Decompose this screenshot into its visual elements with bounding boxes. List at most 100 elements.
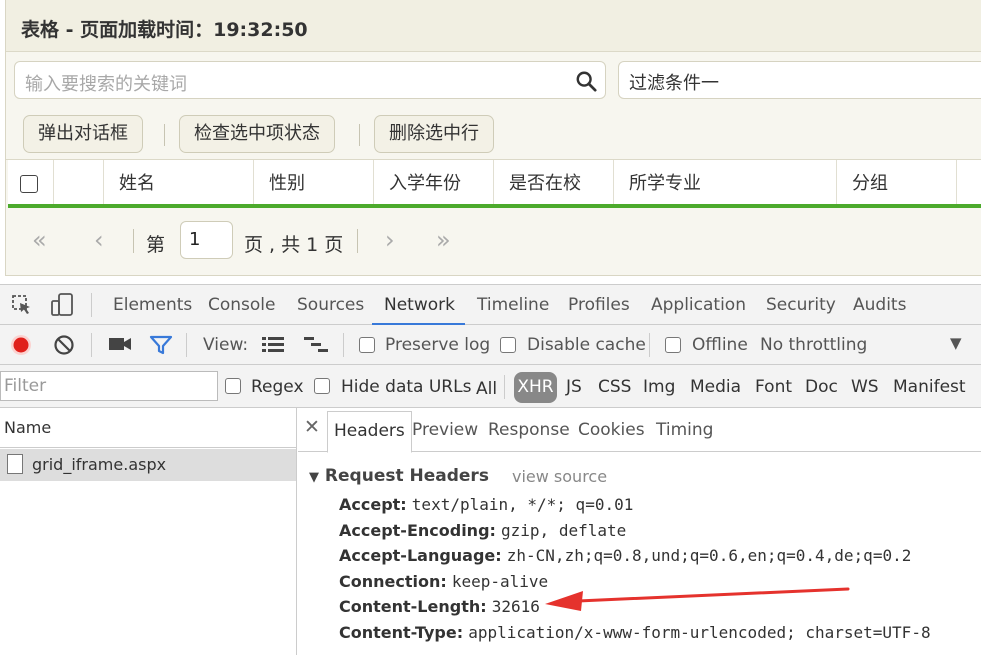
preserve-log-label: Preserve log: [385, 335, 491, 355]
search-placeholder: 输入要搜索的关键词: [25, 74, 187, 95]
tab-audits[interactable]: Audits: [853, 295, 906, 315]
tab-application[interactable]: Application: [651, 295, 746, 315]
next-page-icon[interactable]: ›: [385, 228, 395, 252]
filter-funnel-icon[interactable]: [149, 335, 173, 355]
filter-bar: Filter Regex Hide data URLs All XHR JS C…: [0, 365, 981, 408]
section-title: Request Headers: [324, 466, 489, 486]
column-header[interactable]: 入学年份: [374, 160, 494, 204]
tab-network[interactable]: Network: [384, 295, 455, 315]
header-value: gzip, deflate: [501, 521, 627, 540]
clear-icon[interactable]: [53, 334, 75, 356]
throttling-select[interactable]: No throttling: [760, 335, 867, 355]
record-icon[interactable]: [10, 334, 32, 356]
prev-page-icon[interactable]: ‹: [94, 228, 104, 252]
header-key: Content-Length:: [339, 597, 487, 616]
hide-data-urls-label: Hide data URLs: [341, 377, 472, 397]
controls-divider: [186, 333, 187, 357]
tab-sources[interactable]: Sources: [297, 295, 364, 315]
filter-select[interactable]: 过滤条件一: [618, 61, 981, 99]
header-row: Accept-Language: zh-CN,zh;q=0.8,und;q=0.…: [339, 546, 911, 565]
check-selection-button[interactable]: 检查选中项状态: [179, 115, 335, 153]
request-name: grid_iframe.aspx: [32, 455, 167, 474]
waterfall-view-icon[interactable]: [303, 336, 329, 354]
filter-select-value: 过滤条件一: [629, 73, 719, 94]
view-source-link[interactable]: view source: [512, 467, 607, 486]
type-filter-xhr[interactable]: XHR: [514, 372, 557, 403]
hide-data-urls-checkbox[interactable]: [314, 378, 330, 394]
grid-header: 姓名 性别 入学年份 是否在校 所学专业 分组: [8, 160, 981, 208]
type-filter-css[interactable]: CSS: [598, 377, 631, 397]
tab-preview[interactable]: Preview: [412, 420, 478, 440]
type-filter-ws[interactable]: WS: [851, 377, 879, 397]
header-key: Accept:: [339, 495, 407, 514]
tab-headers[interactable]: Headers: [327, 411, 412, 453]
type-filter-js[interactable]: JS: [566, 377, 582, 397]
tab-response[interactable]: Response: [488, 420, 570, 440]
detail-tabbar: ✕ Headers Preview Response Cookies Timin…: [298, 408, 981, 453]
type-filter-doc[interactable]: Doc: [805, 377, 838, 397]
devtools-tabbar: Elements Console Sources Network Timelin…: [0, 284, 981, 325]
header-key: Connection:: [339, 572, 447, 591]
close-icon[interactable]: ✕: [304, 416, 320, 438]
header-key: Accept-Language:: [339, 546, 502, 565]
header-value: 32616: [491, 597, 540, 616]
toolbar-divider: [164, 124, 165, 146]
type-filter-img[interactable]: Img: [643, 377, 675, 397]
screenshot-camera-icon[interactable]: [108, 336, 132, 352]
tab-timeline[interactable]: Timeline: [477, 295, 549, 315]
type-filter-media[interactable]: Media: [690, 377, 741, 397]
pager: « ‹ 第 1 页 , 共 1 页 › »: [8, 212, 981, 270]
page-title: 表格 - 页面加载时间：19:32:50: [21, 19, 308, 41]
tab-timing[interactable]: Timing: [656, 420, 713, 440]
document-file-icon: [7, 454, 23, 474]
request-list: Name grid_iframe.aspx: [0, 408, 297, 655]
header-row: Accept: text/plain, */*; q=0.01: [339, 495, 633, 514]
request-headers-section[interactable]: ▼ Request Headers: [309, 466, 489, 486]
select-all-checkbox[interactable]: [20, 175, 38, 193]
page-number-input[interactable]: 1: [180, 221, 233, 259]
tabbar-divider: [91, 293, 92, 317]
disable-cache-checkbox[interactable]: [500, 337, 516, 353]
page-total-label: 页 , 共 1 页: [244, 234, 344, 256]
view-label: View:: [203, 335, 249, 355]
column-header[interactable]: 姓名: [104, 160, 254, 204]
last-page-icon[interactable]: »: [436, 228, 451, 252]
delete-row-button[interactable]: 删除选中行: [374, 115, 494, 153]
collapse-triangle-icon: ▼: [309, 470, 319, 485]
tab-console[interactable]: Console: [208, 295, 276, 315]
regex-label: Regex: [251, 377, 304, 397]
column-header[interactable]: 是否在校: [494, 160, 614, 204]
request-filter-input[interactable]: Filter: [0, 371, 218, 401]
throttling-dropdown-icon[interactable]: ▼: [950, 334, 962, 352]
open-dialog-button[interactable]: 弹出对话框: [23, 115, 143, 153]
pager-divider: [133, 229, 134, 253]
column-header[interactable]: 分组: [837, 160, 957, 204]
row-number-column: [54, 160, 104, 204]
header-value: zh-CN,zh;q=0.8,und;q=0.6,en;q=0.4,de;q=0…: [506, 546, 912, 565]
type-filter-manifest[interactable]: Manifest: [893, 377, 966, 397]
search-input[interactable]: 输入要搜索的关键词: [14, 61, 606, 99]
tab-security[interactable]: Security: [766, 295, 836, 315]
controls-divider: [649, 333, 650, 357]
name-column-header[interactable]: Name: [0, 408, 296, 448]
inspect-element-icon[interactable]: [11, 294, 33, 316]
column-header[interactable]: 性别: [254, 160, 374, 204]
header-row: Connection: keep-alive: [339, 572, 548, 591]
type-filter-font[interactable]: Font: [755, 377, 792, 397]
tab-profiles[interactable]: Profiles: [568, 295, 630, 315]
column-header[interactable]: 所学专业: [614, 160, 837, 204]
network-controls: View: Preserve log Disable cache Offline…: [0, 325, 981, 365]
first-page-icon[interactable]: «: [32, 228, 47, 252]
type-filter-all[interactable]: All: [476, 379, 497, 399]
request-row[interactable]: grid_iframe.aspx: [0, 449, 296, 481]
search-icon[interactable]: [575, 70, 597, 92]
controls-divider: [343, 333, 344, 357]
tab-cookies[interactable]: Cookies: [578, 420, 645, 440]
header-row: Content-Type: application/x-www-form-url…: [339, 623, 931, 642]
offline-checkbox[interactable]: [665, 337, 681, 353]
list-view-icon[interactable]: [261, 336, 285, 354]
regex-checkbox[interactable]: [225, 378, 241, 394]
device-toolbar-icon[interactable]: [50, 292, 74, 318]
preserve-log-checkbox[interactable]: [359, 337, 375, 353]
tab-elements[interactable]: Elements: [113, 295, 192, 315]
